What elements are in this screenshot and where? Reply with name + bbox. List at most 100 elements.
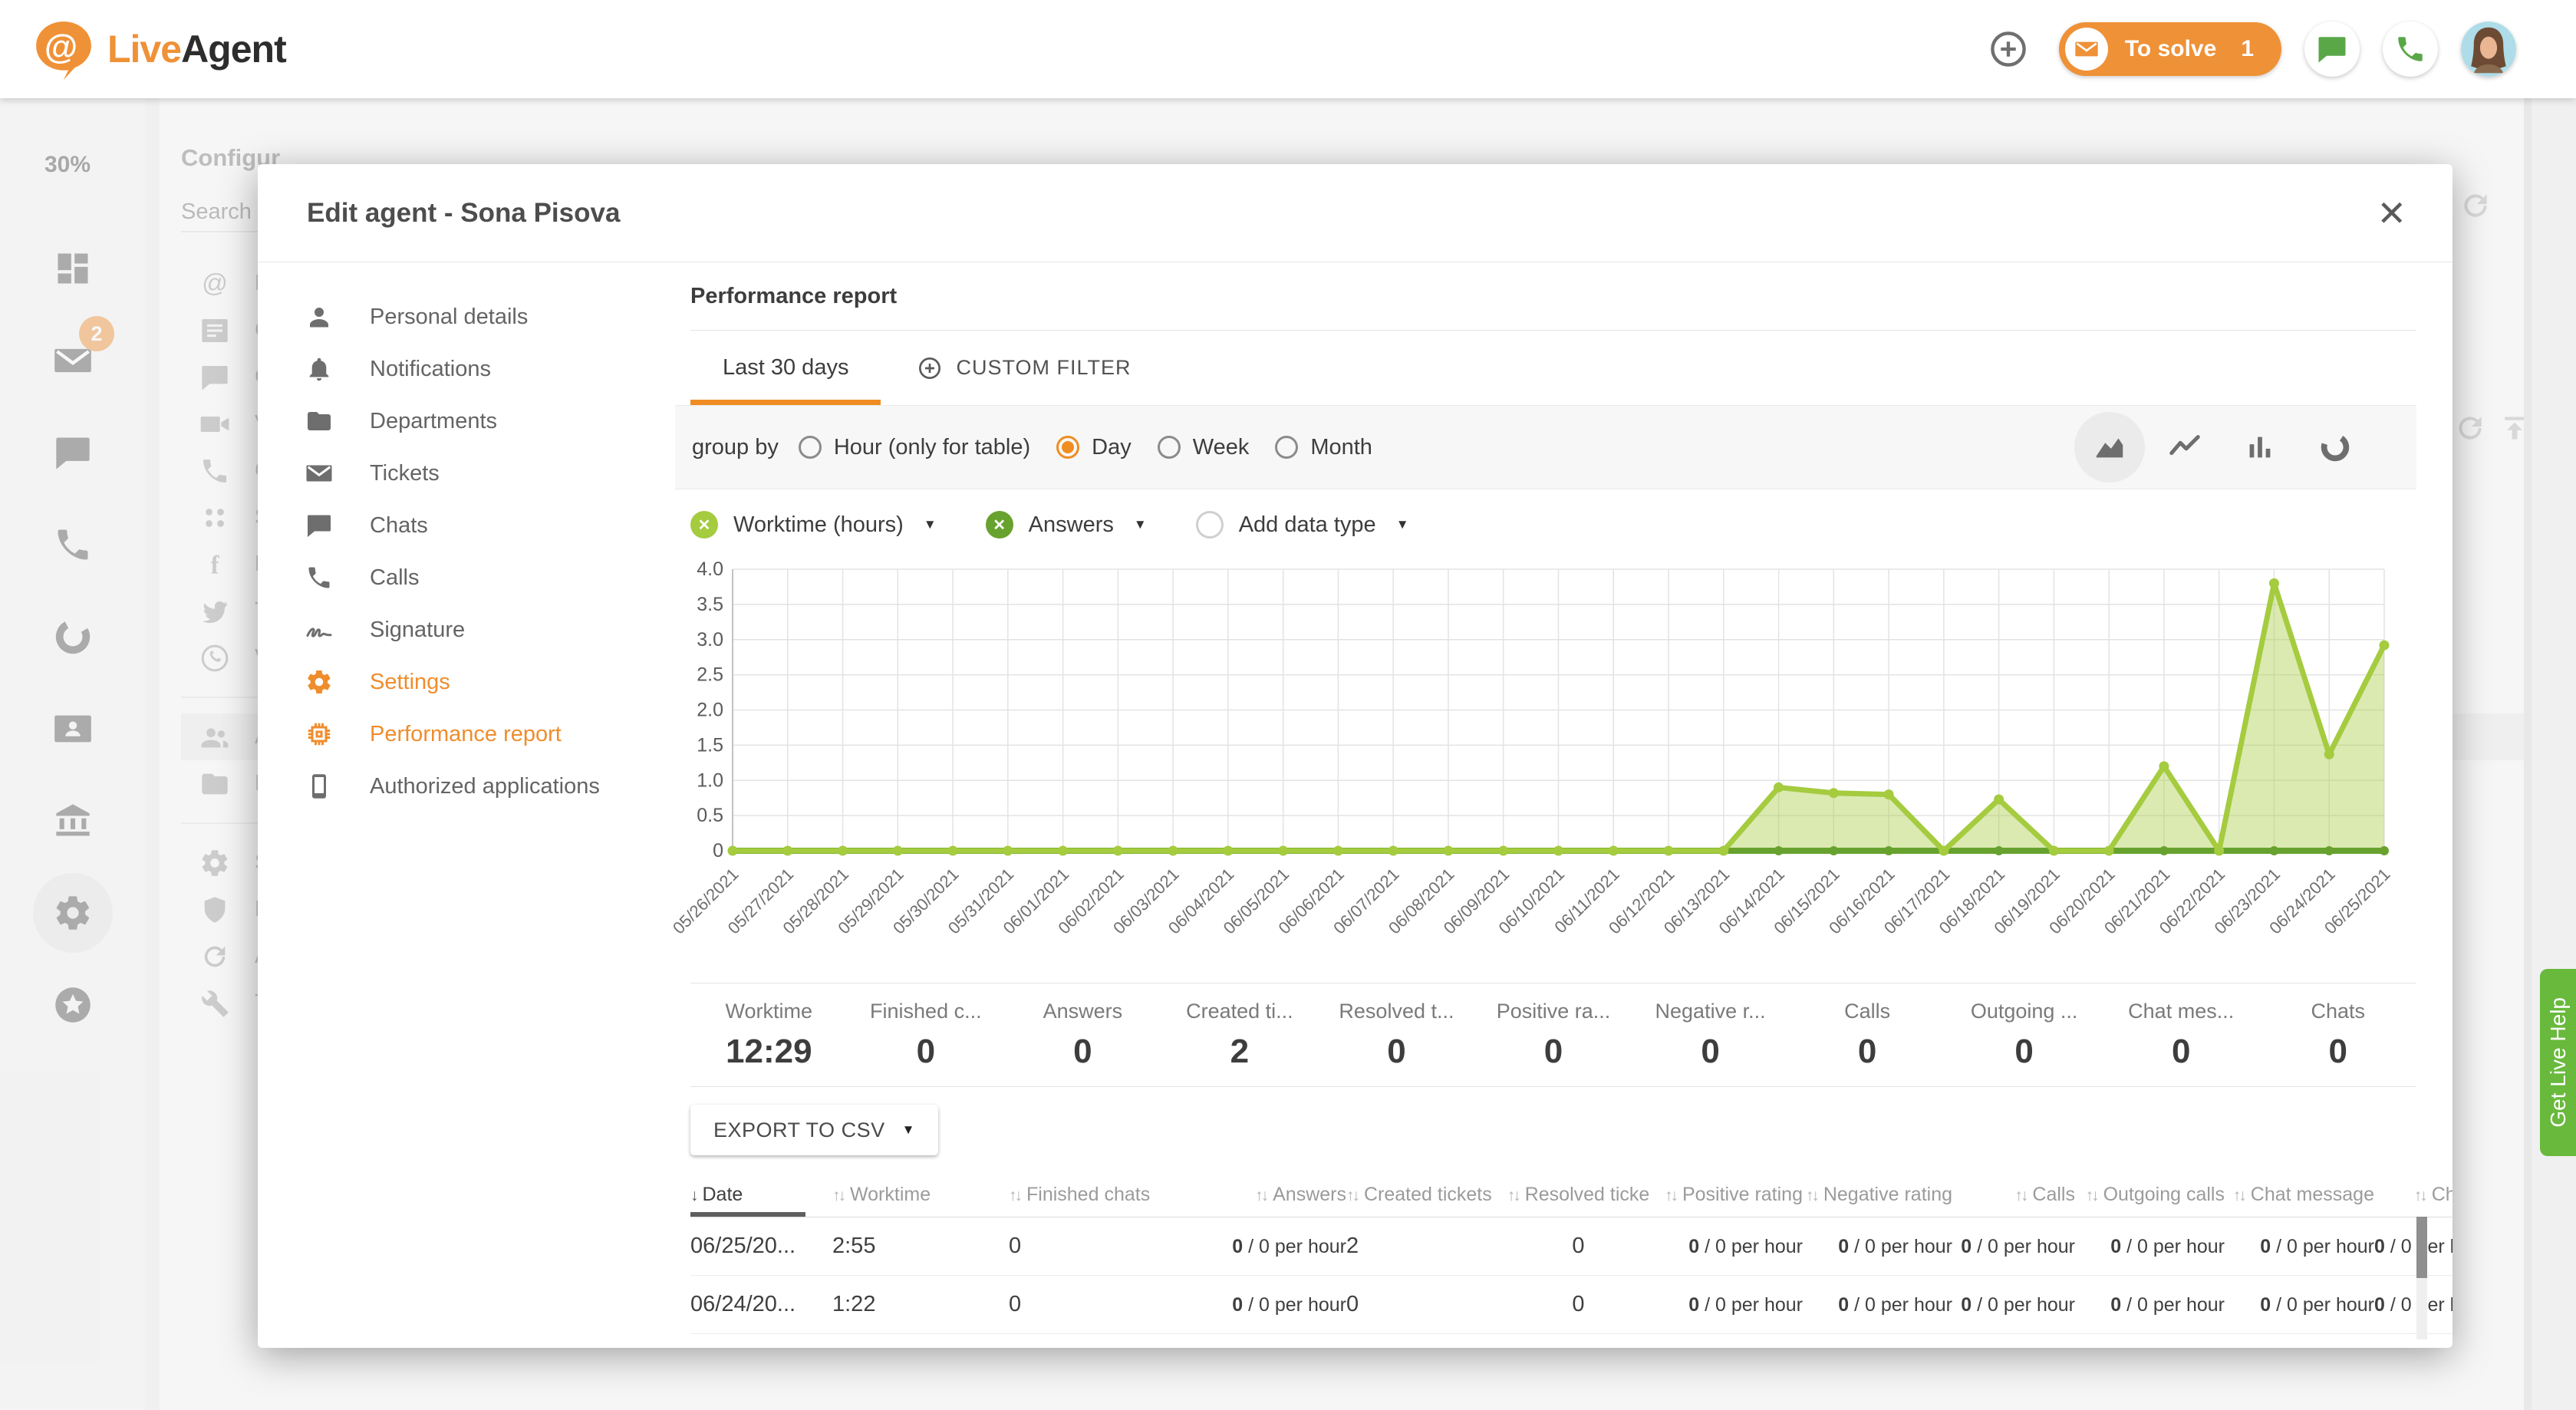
group-by-option-hour[interactable]: Hour (only for table) (799, 435, 1030, 460)
modal-nav-signature[interactable]: Signature (258, 604, 641, 656)
chip-answers[interactable]: ✕Answers▼ (986, 511, 1147, 539)
column-header-resolved-ticke[interactable]: ↑↓Resolved ticke (1500, 1173, 1657, 1217)
remove-series-icon[interactable]: ✕ (986, 511, 1013, 539)
stat-value: 0 (2014, 1033, 2033, 1071)
table-row: 06/24/20...1:2200 / 0 per hour000 / 0 pe… (690, 1275, 2452, 1333)
line-chart-icon (2167, 430, 2202, 465)
modal-content: Performance report Last 30 days CUSTOM F… (641, 263, 2452, 1348)
liveagent-logo[interactable]: LiveAgent (32, 18, 286, 81)
radio-button (1056, 436, 1079, 459)
mail-icon (2074, 37, 2099, 61)
chip-label: Worktime (hours) (733, 512, 904, 538)
folder-icon (305, 407, 333, 435)
data-type-chips: ✕Worktime (hours)▼✕Answers▼Add data type… (690, 493, 2416, 557)
table-cell: 0 / 0 per hour (1803, 1275, 1952, 1333)
stat-label: Positive ra... (1497, 1000, 1611, 1023)
column-header-date[interactable]: ↓Date (690, 1173, 832, 1217)
chip-worktime-hours-[interactable]: ✕ Worktime (hours) ▼ (690, 511, 937, 539)
table-cell: 0 / 0 per hour (1657, 1333, 1803, 1348)
group-by-option-day[interactable]: Day (1056, 435, 1132, 460)
stat-label: Finished c... (870, 1000, 982, 1023)
group-by-option-month[interactable]: Month (1275, 435, 1372, 460)
table-cell: 2:55 (832, 1217, 1009, 1275)
table-scrollbar[interactable] (2416, 1217, 2427, 1339)
chevron-down-icon[interactable]: ▼ (924, 517, 937, 532)
table-cell: 0 / 0 per hour (2374, 1333, 2452, 1348)
export-to-csv-button[interactable]: EXPORT TO CSV ▼ (690, 1105, 938, 1155)
add-new-button[interactable] (1981, 21, 2036, 77)
table-cell: 0 / 0 per hour (1803, 1217, 1952, 1275)
calls-button[interactable] (2383, 21, 2438, 77)
bar-chart-button[interactable] (2225, 412, 2295, 483)
tab-last-30-days[interactable]: Last 30 days (690, 331, 881, 405)
tab-label: CUSTOM FILTER (956, 356, 1131, 380)
modal-nav-personal-details[interactable]: Personal details (258, 291, 641, 343)
chevron-down-icon[interactable]: ▼ (1396, 517, 1409, 532)
modal-nav-departments[interactable]: Departments (258, 395, 641, 447)
table-cell: 0 / 0 per hour (2225, 1275, 2374, 1333)
sort-both-icon: ↑↓ (2414, 1187, 2426, 1204)
svg-text:1.0: 1.0 (697, 769, 723, 791)
chats-button[interactable] (2304, 21, 2360, 77)
column-header-answers[interactable]: ↑↓Answers (1166, 1173, 1346, 1217)
stat-negative-r-: Negative r...0 (1632, 1000, 1789, 1071)
donut-chart-button[interactable] (2300, 412, 2370, 483)
table-cell: 06/25/20... (690, 1217, 832, 1275)
column-header-chat-message[interactable]: ↑↓Chat message (2225, 1173, 2374, 1217)
table-header-row: ↓Date↑↓Worktime↑↓Finished chats↑↓Answers… (690, 1173, 2452, 1217)
add-circle-icon[interactable] (1196, 511, 1224, 539)
group-by-option-week[interactable]: Week (1158, 435, 1250, 460)
column-header-chats[interactable]: ↑↓Chats (2374, 1173, 2452, 1217)
column-header-created-tickets[interactable]: ↑↓Created tickets (1346, 1173, 1500, 1217)
tab-custom-filter[interactable]: CUSTOM FILTER (917, 331, 1131, 405)
chevron-down-icon: ▼ (902, 1122, 915, 1138)
column-header-calls[interactable]: ↑↓Calls (1952, 1173, 2075, 1217)
close-icon[interactable]: ✕ (2366, 191, 2417, 236)
stat-value: 0 (1073, 1033, 1092, 1071)
column-header-positive-rating[interactable]: ↑↓Positive rating (1657, 1173, 1803, 1217)
get-live-help-tab[interactable]: Get Live Help (2540, 969, 2576, 1156)
group-by-bar: group by Hour (only for table)DayWeekMon… (675, 405, 2416, 489)
donut-chart-icon (2317, 430, 2353, 465)
radio-button (1158, 436, 1181, 459)
stat-label: Outgoing ... (1971, 1000, 2078, 1023)
modal-nav-label: Notifications (370, 357, 491, 382)
modal-nav-calls[interactable]: Calls (258, 552, 641, 604)
table-cell: 0 / 0 per hour (2374, 1217, 2452, 1275)
column-label: Positive rating (1682, 1184, 1803, 1205)
stat-worktime: Worktime12:29 (690, 1000, 848, 1071)
remove-series-icon[interactable]: ✕ (690, 511, 718, 539)
column-header-worktime[interactable]: ↑↓Worktime (832, 1173, 1009, 1217)
sort-both-icon: ↑↓ (832, 1187, 844, 1204)
radio-button (799, 436, 822, 459)
modal-nav-authorized-applications[interactable]: Authorized applications (258, 760, 641, 812)
area-chart-button[interactable] (2074, 412, 2145, 483)
modal-nav-performance-report[interactable]: Performance report (258, 708, 641, 760)
modal-nav-settings[interactable]: Settings (258, 656, 641, 708)
modal-nav-tickets[interactable]: Tickets (258, 447, 641, 499)
to-solve-mail-wrap (2065, 28, 2108, 71)
line-chart-button[interactable] (2149, 412, 2220, 483)
table-cell: 0 (1009, 1333, 1166, 1348)
chevron-down-icon[interactable]: ▼ (1134, 517, 1147, 532)
modal-nav-chats[interactable]: Chats (258, 499, 641, 552)
table-cell: 0 / 0 per hour (1952, 1275, 2075, 1333)
table-scrollbar-thumb[interactable] (2416, 1217, 2427, 1278)
chart-type-toolbar (2074, 412, 2370, 483)
stat-value: 0 (2329, 1033, 2347, 1071)
column-header-negative-rating[interactable]: ↑↓Negative rating (1803, 1173, 1952, 1217)
column-header-outgoing-calls[interactable]: ↑↓Outgoing calls (2075, 1173, 2225, 1217)
table-cell: 3:48 (832, 1333, 1009, 1348)
sort-both-icon: ↑↓ (2233, 1187, 2245, 1204)
stat-label: Answers (1043, 1000, 1123, 1023)
to-solve-button[interactable]: To solve 1 (2059, 22, 2281, 76)
logo-bubble-icon (32, 18, 95, 81)
chip-add-data-type[interactable]: Add data type▼ (1196, 511, 1409, 539)
modal-nav-label: Departments (370, 409, 497, 434)
column-header-finished-chats[interactable]: ↑↓Finished chats (1009, 1173, 1166, 1217)
modal-nav: Personal details Notifications Departments… (258, 263, 641, 1348)
modal-nav-notifications[interactable]: Notifications (258, 343, 641, 395)
user-avatar[interactable] (2461, 21, 2516, 77)
summary-stats-row: Worktime12:29Finished c...0Answers0Creat… (690, 983, 2416, 1087)
column-label: Created tickets (1364, 1184, 1492, 1205)
